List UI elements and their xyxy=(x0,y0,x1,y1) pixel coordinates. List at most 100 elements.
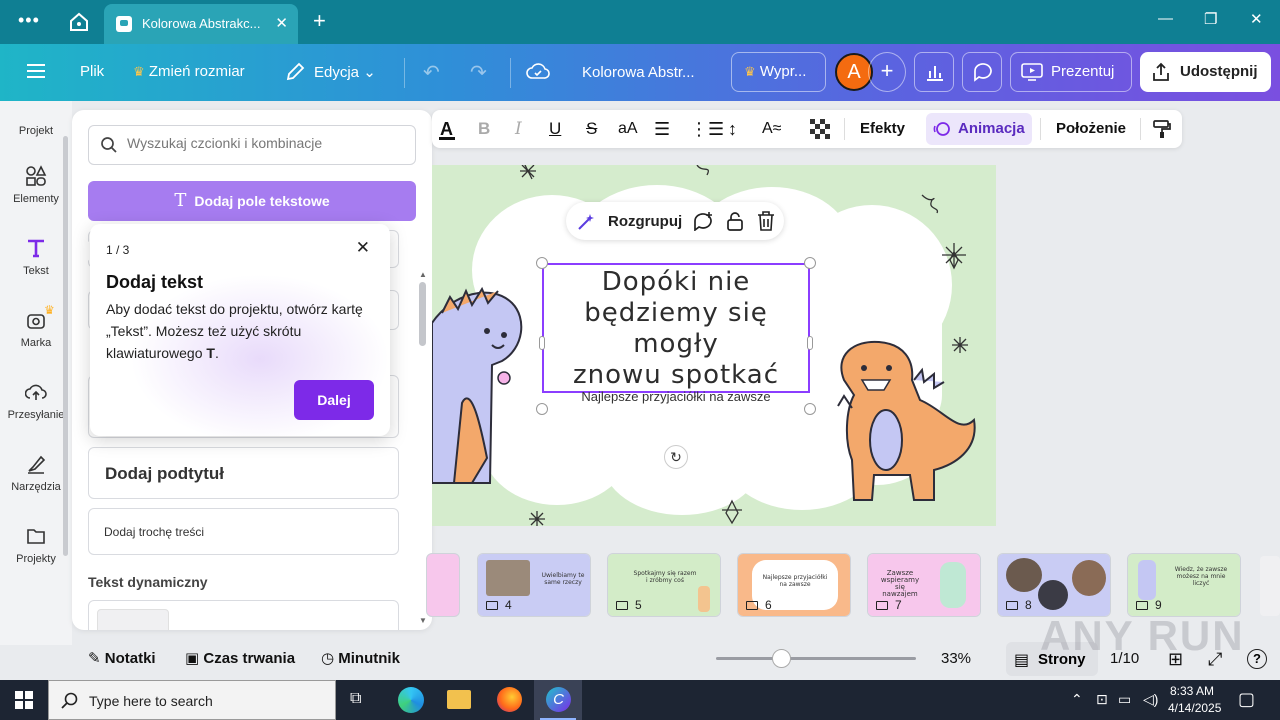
minimize-icon[interactable]: — xyxy=(1158,10,1173,27)
undo-icon[interactable]: ↶ xyxy=(423,60,440,85)
thumbnail-page-5[interactable]: Spotkajmy się razem i zróbmy coś 5 xyxy=(607,553,721,617)
thumbnails-scroll-right[interactable] xyxy=(1260,556,1280,616)
italic-icon[interactable]: I xyxy=(515,110,522,148)
thumbnail-page-8[interactable]: 8 xyxy=(997,553,1111,617)
transparency-icon[interactable] xyxy=(810,119,830,139)
thumbnail-page-7[interactable]: Zawsze wspieramy się nawzajem 7 xyxy=(867,553,981,617)
sidebar-scrollbar[interactable] xyxy=(63,136,68,556)
sidebar-item-projects[interactable]: Projekty xyxy=(0,525,72,565)
tray-chevron-icon[interactable]: ⌃ xyxy=(1071,691,1083,708)
sidebar-item-uploads[interactable]: Przesyłanie xyxy=(0,381,72,421)
timer-button[interactable]: ◷ Minutnik xyxy=(321,638,400,680)
browser-menu-icon[interactable]: ••• xyxy=(18,10,40,31)
home-icon[interactable] xyxy=(68,11,90,33)
slide-subtitle[interactable]: Najlepsze przyjaciółki na zawsze xyxy=(542,389,810,404)
windows-start-icon[interactable] xyxy=(15,691,33,709)
share-button[interactable]: Udostępnij xyxy=(1140,52,1271,92)
paint-roller-icon[interactable] xyxy=(1152,119,1172,139)
text-style-icon[interactable]: A≈ xyxy=(762,110,781,148)
comments-button[interactable] xyxy=(962,52,1002,92)
resize-handle[interactable] xyxy=(536,257,548,269)
edit-menu[interactable]: Edycja ⌄ xyxy=(314,63,376,81)
network-icon[interactable]: ▭ xyxy=(1118,691,1131,708)
notifications-icon[interactable]: ▢ xyxy=(1238,689,1255,710)
duration-button[interactable]: ▣ Czas trwania xyxy=(185,638,295,680)
sidebar-item-text[interactable]: Tekst xyxy=(0,237,72,277)
resize-handle[interactable] xyxy=(804,257,816,269)
scroll-up-icon[interactable]: ▲ xyxy=(419,270,427,279)
bold-icon[interactable]: B xyxy=(478,110,490,148)
help-icon[interactable]: ? xyxy=(1247,649,1267,669)
zoom-slider[interactable] xyxy=(716,657,916,660)
sidebar-item-elements[interactable]: Elementy xyxy=(0,165,72,205)
cloud-saved-icon[interactable] xyxy=(526,61,550,81)
panel-scrollbar[interactable] xyxy=(419,282,426,346)
effects-button[interactable]: Efekty xyxy=(860,110,905,148)
add-comment-icon[interactable] xyxy=(692,211,714,231)
clock-date[interactable]: 4/14/2025 xyxy=(1168,701,1221,715)
side-handle[interactable] xyxy=(539,336,545,350)
next-button[interactable]: Dalej xyxy=(294,380,374,420)
resize-handle[interactable] xyxy=(804,403,816,415)
scroll-down-icon[interactable]: ▼ xyxy=(419,616,427,625)
resize-handle[interactable] xyxy=(536,403,548,415)
zoom-level[interactable]: 33% xyxy=(941,638,971,680)
new-tab-icon[interactable]: + xyxy=(313,8,326,34)
thumbnail-page-9[interactable]: Wiedz, że zawsze możesz na mnie liczyć 9 xyxy=(1127,553,1241,617)
animation-button[interactable]: Animacja xyxy=(926,113,1032,145)
dynamic-text-card[interactable] xyxy=(88,600,399,630)
slide-title[interactable]: Dopóki nie będziemy się mogły znowu spot… xyxy=(542,267,810,391)
restore-icon[interactable]: ❐ xyxy=(1204,10,1217,28)
subtitle-card[interactable]: Dodaj podtytuł xyxy=(88,447,399,499)
spacing-icon[interactable]: ↕ xyxy=(728,110,737,148)
side-handle[interactable] xyxy=(807,336,813,350)
close-icon[interactable]: ✕ xyxy=(356,238,370,258)
volume-icon[interactable]: ◁) xyxy=(1143,691,1158,708)
notes-button[interactable]: ✎ Notatki xyxy=(88,638,156,680)
thumbnail-page-3[interactable] xyxy=(426,553,460,617)
lock-icon[interactable] xyxy=(726,211,744,231)
analytics-button[interactable] xyxy=(914,52,954,92)
clock-time[interactable]: 8:33 AM xyxy=(1170,684,1214,698)
text-color-icon[interactable]: A xyxy=(439,110,455,148)
upgrade-button[interactable]: ♛ Wypr... xyxy=(731,52,826,92)
letter-case-icon[interactable]: aA xyxy=(618,110,638,148)
search-input[interactable] xyxy=(127,135,407,151)
window-close-icon[interactable]: ✕ xyxy=(1250,10,1263,28)
strikethrough-icon[interactable]: S xyxy=(586,110,597,148)
rotate-icon[interactable]: ↻ xyxy=(664,445,688,469)
resize-button[interactable]: ♛ Zmień rozmiar xyxy=(133,63,245,80)
text-group-selection[interactable]: Dopóki nie będziemy się mogły znowu spot… xyxy=(536,257,816,415)
file-explorer-icon[interactable] xyxy=(447,690,471,709)
zoom-slider-handle[interactable] xyxy=(772,649,791,668)
sidebar-item-project[interactable]: Projekt xyxy=(0,125,72,137)
underline-icon[interactable]: U xyxy=(549,110,561,148)
file-menu[interactable]: Plik xyxy=(80,63,104,80)
thumbnail-page-4[interactable]: Uwielbiamy te same rzeczy 4 xyxy=(477,553,591,617)
browser-tab-active[interactable]: Kolorowa Abstrakc... ✕ xyxy=(104,4,298,44)
position-button[interactable]: Położenie xyxy=(1056,110,1126,148)
ungroup-button[interactable]: Rozgrupuj xyxy=(608,213,682,230)
sidebar-item-tools[interactable]: Narzędzia xyxy=(0,453,72,493)
task-view-icon[interactable]: ⧉ xyxy=(350,690,361,708)
redo-icon[interactable]: ↷ xyxy=(470,60,487,85)
trash-icon[interactable] xyxy=(757,211,775,231)
sidebar-item-brand[interactable]: ♛ Marka xyxy=(0,303,72,349)
taskbar-search[interactable]: Type here to search xyxy=(48,680,336,720)
align-center-icon[interactable]: ☰ xyxy=(654,110,670,148)
firefox-icon[interactable] xyxy=(497,687,522,712)
font-search-field[interactable] xyxy=(88,125,416,165)
add-collaborator-icon[interactable]: + xyxy=(868,52,906,92)
tab-close-icon[interactable]: ✕ xyxy=(275,14,288,32)
body-text-card[interactable]: Dodaj trochę treści xyxy=(88,508,399,555)
thumbnail-page-6[interactable]: Najlepsze przyjaciółki na zawsze 6 xyxy=(737,553,851,617)
magic-edit-icon[interactable] xyxy=(576,212,596,232)
document-title[interactable]: Kolorowa Abstr... xyxy=(582,64,695,81)
tray-device-icon[interactable]: ⊡ xyxy=(1096,691,1108,708)
present-button[interactable]: Prezentuj xyxy=(1010,52,1132,92)
list-icon[interactable]: ⋮☰ xyxy=(690,110,724,148)
main-menu-icon[interactable] xyxy=(27,64,45,78)
add-textbox-button[interactable]: T Dodaj pole tekstowe xyxy=(88,181,416,221)
edge-icon[interactable] xyxy=(398,687,424,713)
canva-taskbar-item[interactable]: C xyxy=(534,680,582,720)
